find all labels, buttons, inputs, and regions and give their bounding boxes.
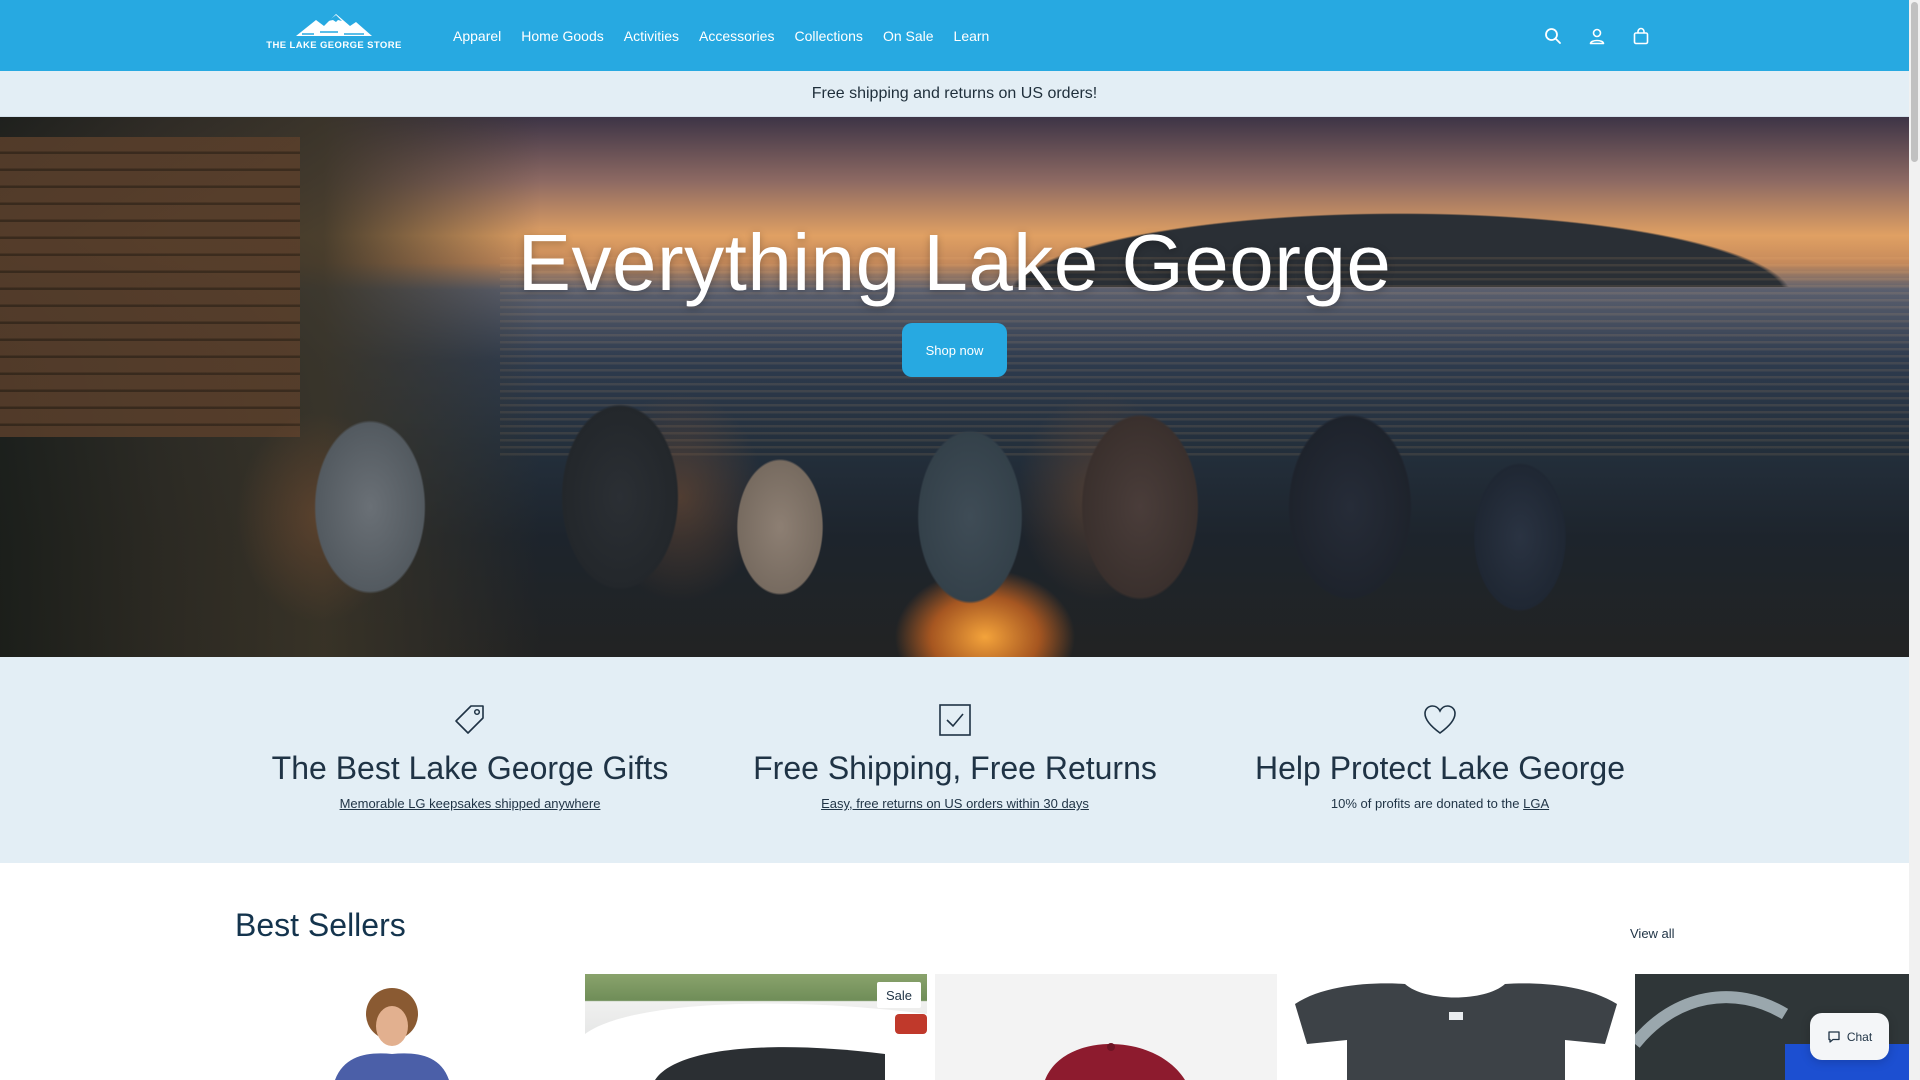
best-sellers-title: Best Sellers <box>235 907 406 943</box>
scrollbar-thumb[interactable] <box>1911 2 1918 162</box>
nav-item-learn[interactable]: Learn <box>944 28 1000 44</box>
search-icon[interactable] <box>1542 25 1564 47</box>
cart-icon[interactable] <box>1630 25 1652 47</box>
feature-shipping: Free Shipping, Free Returns Easy, free r… <box>715 657 1195 863</box>
chat-button[interactable]: Chat <box>1810 1013 1889 1060</box>
product-image-cap <box>1045 1043 1185 1080</box>
feature-gifts: The Best Lake George Gifts Memorable LG … <box>230 657 710 863</box>
feature-title: The Best Lake George Gifts <box>271 750 669 786</box>
feature-protect: Help Protect Lake George 10% of profits … <box>1200 657 1680 863</box>
store-logo[interactable]: THE LAKE GEORGE STORE <box>266 12 401 58</box>
sale-badge: Sale <box>877 982 922 1008</box>
product-card[interactable] <box>935 974 1277 1080</box>
header-icons <box>1542 0 1652 71</box>
feature-title: Free Shipping, Free Returns <box>753 750 1157 786</box>
announcement-bar: Free shipping and returns on US orders! <box>0 71 1909 117</box>
hero-banner: Everything Lake George Shop now <box>0 117 1909 657</box>
product-card[interactable] <box>235 974 577 1080</box>
logo-text: THE LAKE GEORGE STORE <box>266 40 402 51</box>
checkbox-icon <box>937 702 973 738</box>
product-card[interactable] <box>585 974 927 1080</box>
tag-icon <box>452 702 488 738</box>
feature-text-prefix: 10% of profits are donated to the <box>1330 796 1524 811</box>
nav-item-collections[interactable]: Collections <box>784 28 872 44</box>
hero-title: Everything Lake George <box>517 218 1392 307</box>
heart-icon <box>1422 702 1458 738</box>
account-icon[interactable] <box>1586 25 1608 47</box>
product-image-hoodie <box>335 988 449 1080</box>
chat-label: Chat <box>1846 1029 1873 1044</box>
nav-item-accessories[interactable]: Accessories <box>689 28 784 44</box>
feature-text: 10% of profits are donated to the LGA <box>1331 796 1549 811</box>
product-image-onesie <box>1295 983 1617 1080</box>
shop-now-button[interactable]: Shop now <box>902 323 1007 377</box>
product-card[interactable] <box>1285 974 1627 1080</box>
features-section: The Best Lake George Gifts Memorable LG … <box>0 657 1909 863</box>
lga-link[interactable]: LGA <box>1523 796 1549 811</box>
nav-item-on-sale[interactable]: On Sale <box>873 28 944 44</box>
feature-link[interactable]: Easy, free returns on US orders within 3… <box>821 796 1089 811</box>
feature-text: Easy, free returns on US orders within 3… <box>821 796 1089 811</box>
page-scrollbar[interactable] <box>1909 0 1920 1080</box>
announcement-text: Free shipping and returns on US orders! <box>811 84 1098 102</box>
nav-item-home-goods[interactable]: Home Goods <box>511 28 613 44</box>
view-all-link[interactable]: View all <box>1630 926 1675 941</box>
chat-bubble-icon <box>1828 1030 1840 1043</box>
main-nav: Apparel Home Goods Activities Accessorie… <box>443 0 999 71</box>
site-header: THE LAKE GEORGE STORE Apparel Home Goods… <box>0 0 1909 71</box>
feature-text: Memorable LG keepsakes shipped anywhere <box>340 796 601 811</box>
mountain-logo-icon <box>296 14 372 36</box>
feature-link[interactable]: Memorable LG keepsakes shipped anywhere <box>340 796 601 811</box>
product-image-car-decal <box>585 1003 927 1080</box>
nav-item-activities[interactable]: Activities <box>614 28 689 44</box>
feature-title: Help Protect Lake George <box>1255 750 1625 786</box>
nav-item-apparel[interactable]: Apparel <box>443 28 511 44</box>
